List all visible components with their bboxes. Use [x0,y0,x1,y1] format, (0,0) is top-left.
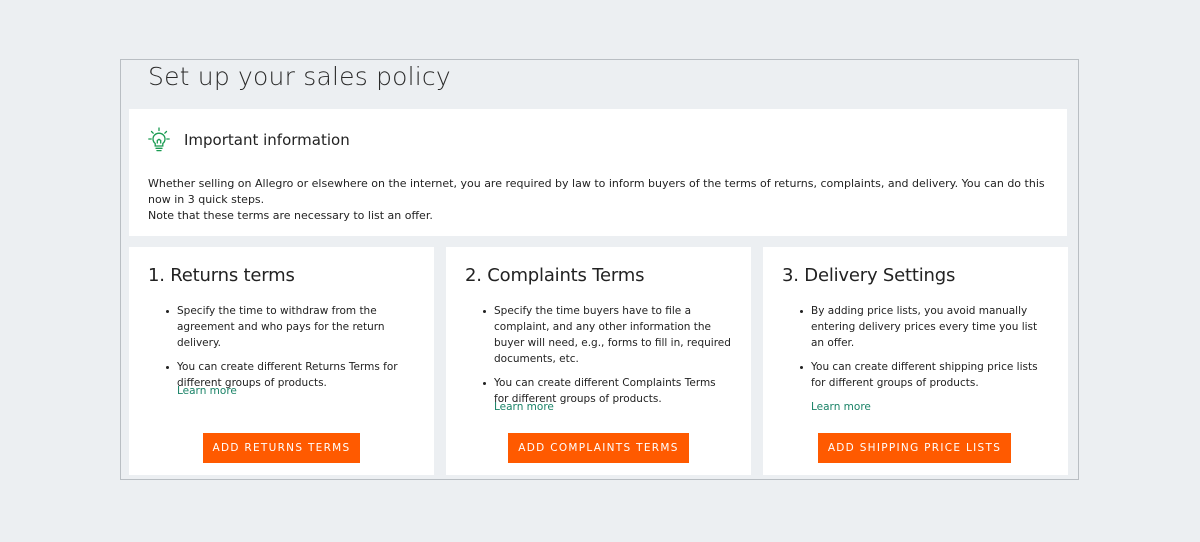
add-returns-terms-button[interactable]: ADD RETURNS TERMS [203,433,360,463]
list-item: By adding price lists, you avoid manuall… [782,303,1050,351]
returns-terms-card: 1. Returns terms Specify the time to wit… [129,247,434,475]
card-bullet-list: By adding price lists, you avoid manuall… [782,303,1050,399]
info-text: Whether selling on Allegro or elsewhere … [148,176,1058,224]
learn-more-link[interactable]: Learn more [177,385,237,397]
important-information-panel: Important information Whether selling on… [129,109,1067,236]
card-title: 3. Delivery Settings [782,265,956,286]
list-item: Specify the time to withdraw from the ag… [148,303,416,351]
add-complaints-terms-button[interactable]: ADD COMPLAINTS TERMS [508,433,689,463]
list-item: You can create different shipping price … [782,359,1050,391]
info-text-line: Whether selling on Allegro or elsewhere … [148,177,1045,206]
info-text-line: Note that these terms are necessary to l… [148,209,433,222]
delivery-settings-card: 3. Delivery Settings By adding price lis… [763,247,1068,475]
complaints-terms-card: 2. Complaints Terms Specify the time buy… [446,247,751,475]
learn-more-link[interactable]: Learn more [811,401,871,413]
info-title: Important information [184,131,350,149]
learn-more-link[interactable]: Learn more [494,401,554,413]
steps-cards: 1. Returns terms Specify the time to wit… [129,247,1068,475]
list-item: Specify the time buyers have to file a c… [465,303,733,367]
add-shipping-price-lists-button[interactable]: ADD SHIPPING PRICE LISTS [818,433,1011,463]
card-bullet-list: Specify the time buyers have to file a c… [465,303,733,415]
lightbulb-icon [148,127,170,153]
info-header: Important information [148,127,350,153]
page-title: Set up your sales policy [148,62,451,91]
card-title: 2. Complaints Terms [465,265,645,286]
card-title: 1. Returns terms [148,265,295,286]
